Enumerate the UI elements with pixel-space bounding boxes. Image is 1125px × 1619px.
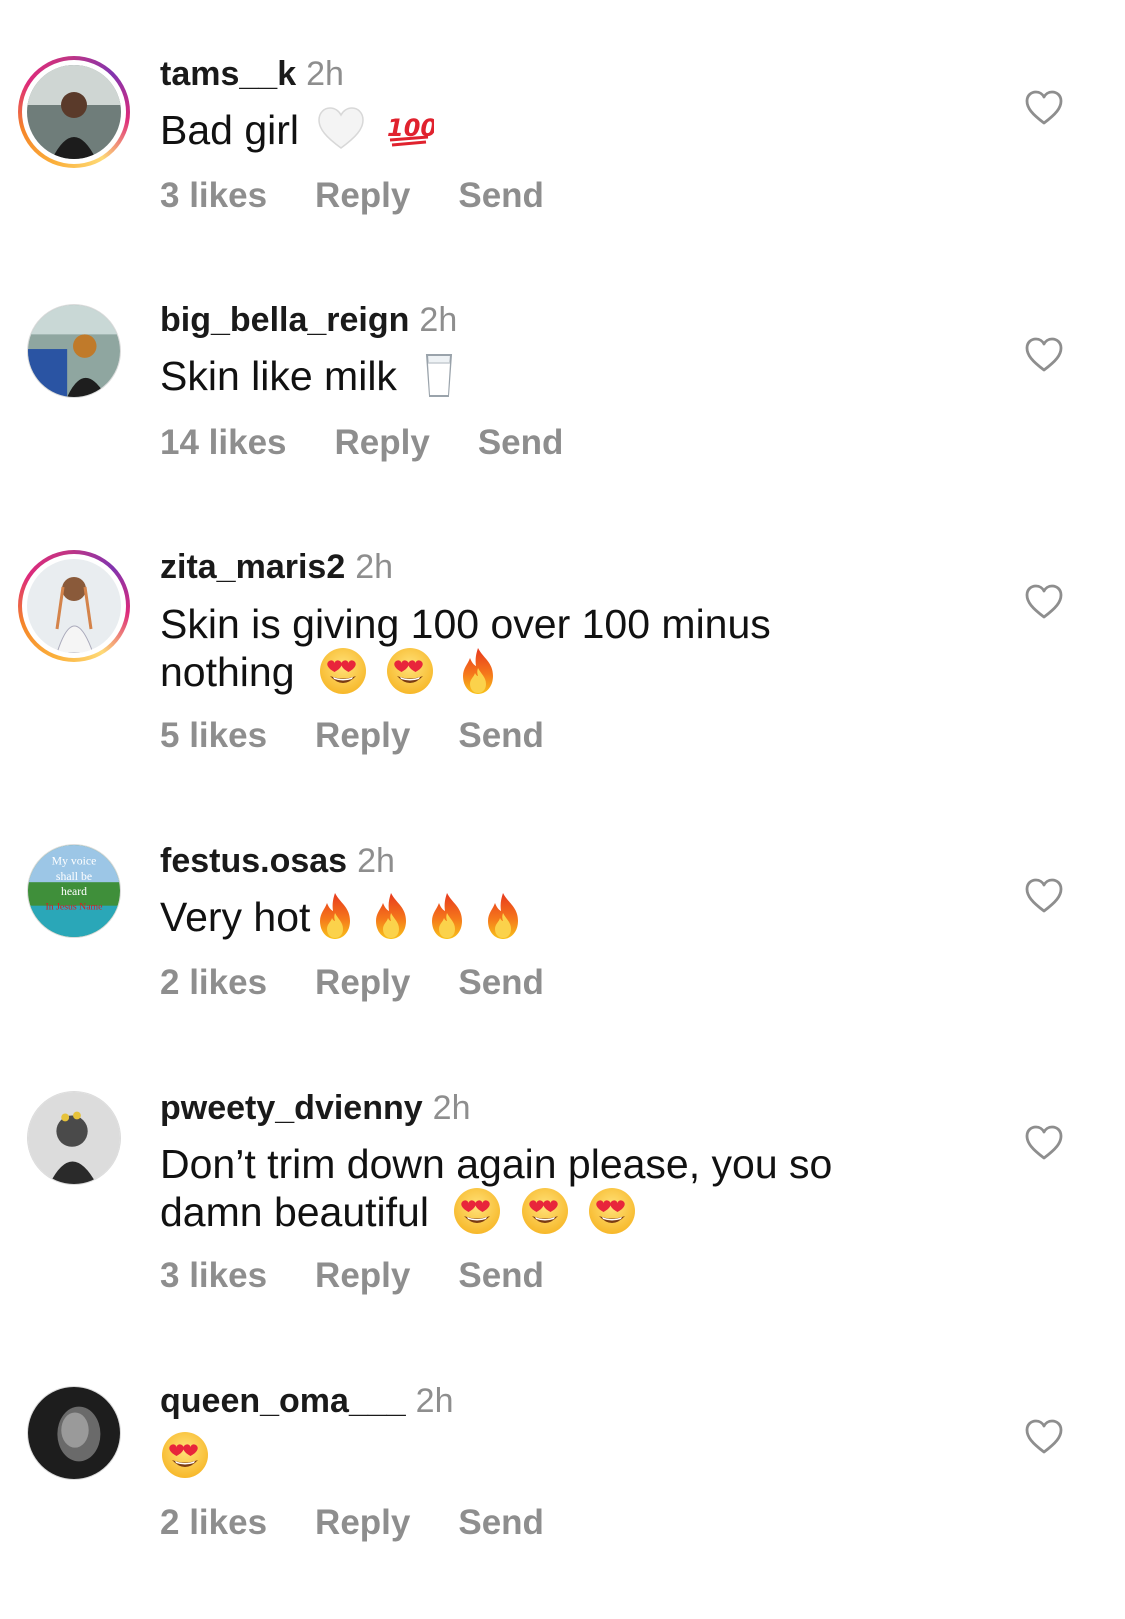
comment-text-content: Very hot (160, 894, 311, 940)
likes-count[interactable]: 5 likes (160, 716, 267, 756)
comment-text: Don’t trim down again please, you so dam… (160, 1140, 960, 1240)
timestamp: 2h (357, 842, 395, 880)
reply-button[interactable]: Reply (315, 963, 410, 1003)
comment-actions: 3 likes Reply Send (160, 176, 592, 216)
heart-eyes-icon (385, 646, 435, 696)
timestamp: 2h (355, 548, 394, 586)
comment-text (160, 1432, 920, 1484)
avatar-frame[interactable]: My voice shall be heard In Jesus Name (18, 835, 130, 947)
avatar (27, 1386, 121, 1480)
send-button[interactable]: Send (478, 423, 564, 463)
comment-actions: 2 likes Reply Send (160, 1503, 592, 1543)
white-heart-icon (316, 104, 366, 154)
comment-text-line: Don’t trim down again please, you so (160, 1141, 833, 1187)
username[interactable]: queen_oma___ (160, 1382, 406, 1420)
heart-eyes-icon (520, 1186, 570, 1236)
send-button[interactable]: Send (458, 176, 544, 216)
timestamp: 2h (432, 1089, 471, 1127)
comment-text: Skin like milk (160, 352, 920, 404)
avatar-frame[interactable] (18, 1377, 130, 1489)
avatar-text: My voice (52, 855, 97, 868)
comment-meta: queen_oma___ 2h (160, 1381, 454, 1421)
comment-actions: 14 likes Reply Send (160, 423, 611, 463)
comment-text-content: Skin like milk (160, 353, 397, 399)
reply-button[interactable]: Reply (335, 423, 430, 463)
send-button[interactable]: Send (458, 1256, 544, 1296)
comment-meta: big_bella_reign 2h (160, 300, 457, 340)
comment-text-content: Bad girl (160, 107, 300, 153)
reply-button[interactable]: Reply (315, 1503, 410, 1543)
heart-eyes-icon (587, 1186, 637, 1236)
reply-button[interactable]: Reply (315, 716, 410, 756)
avatar-frame[interactable] (18, 295, 130, 407)
username[interactable]: big_bella_reign (160, 301, 409, 339)
username[interactable]: zita_maris2 (160, 548, 345, 586)
glass-of-milk-icon (414, 350, 464, 400)
heart-eyes-icon (160, 1430, 210, 1480)
timestamp: 2h (419, 301, 458, 339)
likes-count[interactable]: 14 likes (160, 423, 287, 463)
send-button[interactable]: Send (458, 716, 544, 756)
avatar-text: heard (61, 885, 87, 898)
likes-count[interactable]: 2 likes (160, 963, 267, 1003)
fire-icon (310, 891, 360, 941)
comment-text-line: damn beautiful (160, 1189, 429, 1235)
username[interactable]: festus.osas (160, 842, 347, 880)
reply-button[interactable]: Reply (315, 1256, 410, 1296)
comment-actions: 5 likes Reply Send (160, 716, 592, 756)
like-heart-icon[interactable] (1024, 582, 1064, 622)
like-heart-icon[interactable] (1024, 1417, 1064, 1457)
comment-meta: pweety_dvienny 2h (160, 1088, 470, 1128)
likes-count[interactable]: 3 likes (160, 176, 267, 216)
comment-actions: 3 likes Reply Send (160, 1256, 592, 1296)
reply-button[interactable]: Reply (315, 176, 410, 216)
send-button[interactable]: Send (458, 963, 544, 1003)
comment-meta: festus.osas 2h (160, 841, 395, 881)
fire-icon (422, 891, 472, 941)
username[interactable]: pweety_dvienny (160, 1089, 423, 1127)
avatar (27, 559, 121, 653)
comment-text-line: Skin is giving 100 over 100 minus (160, 601, 771, 647)
comment-actions: 2 likes Reply Send (160, 963, 592, 1003)
comment-text: Skin is giving 100 over 100 minus nothin… (160, 600, 920, 700)
fire-icon (366, 891, 416, 941)
username[interactable]: tams__k (160, 55, 296, 93)
likes-count[interactable]: 3 likes (160, 1256, 267, 1296)
avatar: My voice shall be heard In Jesus Name (27, 844, 121, 938)
avatar-text: In Jesus Name (46, 902, 103, 913)
avatar-story-ring[interactable] (18, 550, 130, 662)
avatar (27, 1091, 121, 1185)
avatar-frame[interactable] (18, 1082, 130, 1194)
timestamp: 2h (306, 55, 344, 93)
fire-icon (478, 891, 528, 941)
avatar (27, 65, 121, 159)
comment-meta: tams__k 2h (160, 54, 344, 94)
hundred-points-icon (384, 104, 434, 154)
send-button[interactable]: Send (458, 1503, 544, 1543)
avatar (27, 304, 121, 398)
like-heart-icon[interactable] (1024, 876, 1064, 916)
avatar-story-ring[interactable] (18, 56, 130, 168)
comment-text-line: nothing (160, 649, 295, 695)
like-heart-icon[interactable] (1024, 335, 1064, 375)
comment-text: Bad girl (160, 106, 920, 158)
like-heart-icon[interactable] (1024, 88, 1064, 128)
like-heart-icon[interactable] (1024, 1123, 1064, 1163)
likes-count[interactable]: 2 likes (160, 1503, 267, 1543)
comment-text: Very hot (160, 893, 920, 945)
avatar-text: shall be (56, 870, 92, 883)
fire-icon (453, 646, 503, 696)
heart-eyes-icon (452, 1186, 502, 1236)
comment-meta: zita_maris2 2h (160, 547, 393, 587)
heart-eyes-icon (318, 646, 368, 696)
timestamp: 2h (415, 1382, 454, 1420)
